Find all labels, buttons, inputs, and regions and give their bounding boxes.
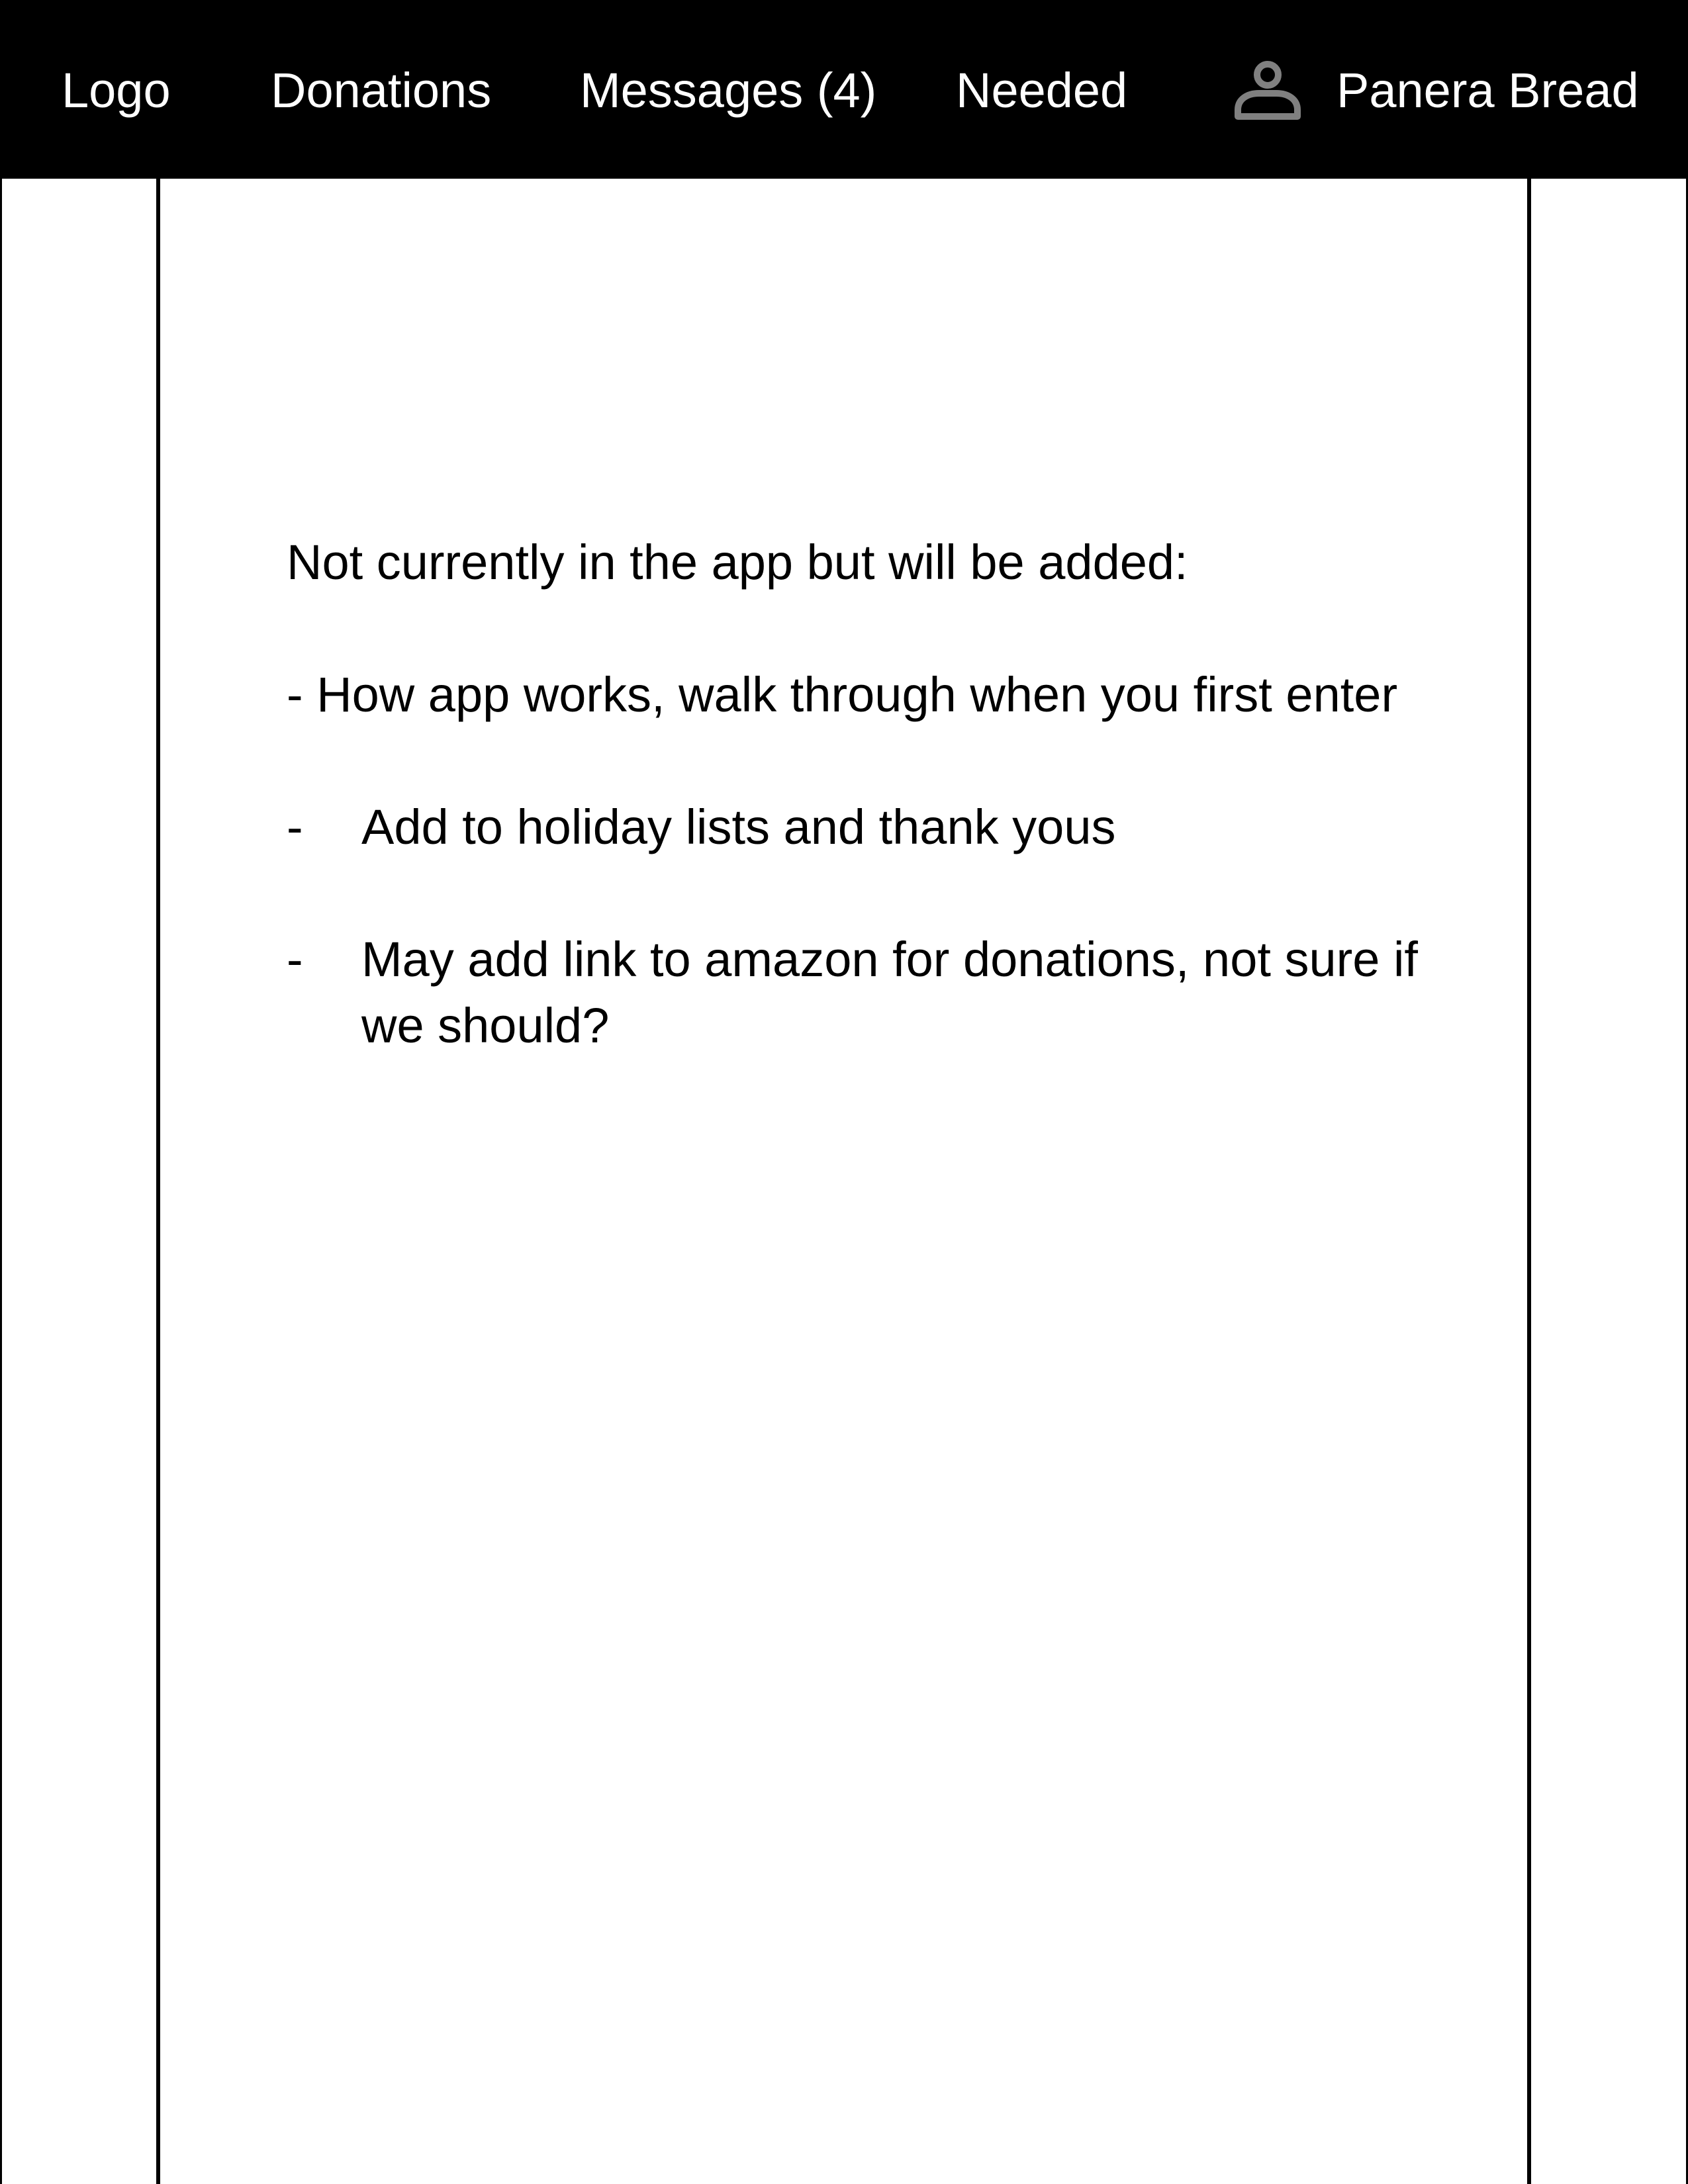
nav-needed[interactable]: Needed — [956, 66, 1127, 115]
bullet-marker: - — [287, 799, 303, 854]
nav-logo[interactable]: Logo — [62, 66, 171, 115]
nav-messages[interactable]: Messages (4) — [580, 66, 876, 115]
note-item-text: May add link to amazon for donations, no… — [361, 932, 1418, 1053]
note-item-holiday-lists: - Add to holiday lists and thank yous — [287, 794, 1452, 860]
notes-panel: Not currently in the app but will be add… — [287, 529, 1452, 1059]
bullet-marker: - — [287, 932, 303, 987]
right-inner-border — [1527, 179, 1531, 2184]
note-item-amazon-link: - May add link to amazon for donations, … — [287, 927, 1452, 1059]
left-inner-border — [156, 179, 160, 2184]
page-body — [0, 179, 1688, 2184]
notes-intro: Not currently in the app but will be add… — [287, 535, 1188, 590]
nav-donations[interactable]: Donations — [271, 66, 491, 115]
left-outer-border — [0, 179, 2, 2184]
account-name[interactable]: Panera Bread — [1336, 66, 1639, 115]
top-navigation-bar: Logo Donations Messages (4) Needed Paner… — [0, 0, 1688, 179]
user-icon[interactable] — [1231, 60, 1304, 126]
note-item-text: Add to holiday lists and thank yous — [361, 799, 1116, 854]
note-item-walkthrough: - How app works, walk through when you f… — [287, 667, 1398, 722]
